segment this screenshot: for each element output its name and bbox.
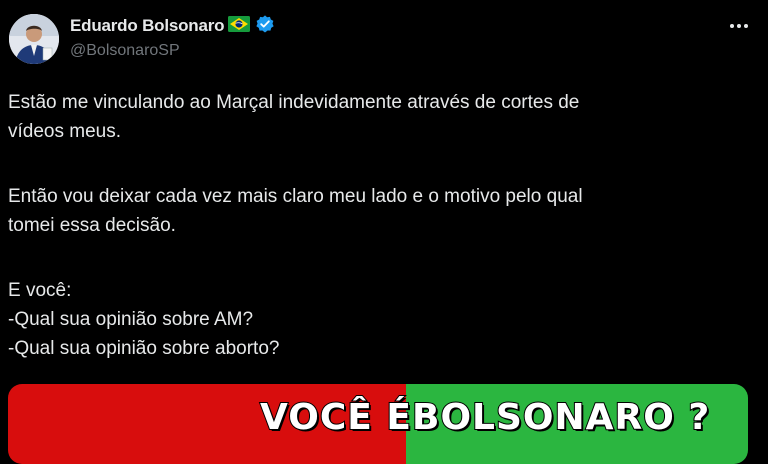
more-options-icon[interactable] [727,14,751,38]
tweet-line: Estão me vinculando ao Marçal indevidame… [8,92,580,113]
avatar[interactable] [9,14,59,64]
tweet-line: tomei essa decisão. [8,215,176,236]
tweet-line: E você: [8,280,72,301]
name-row: Eduardo Bolsonaro [70,14,275,38]
media-headline: VOCÊ É BOLSONARO ? [8,396,748,464]
avatar-image [9,14,59,64]
display-name[interactable]: Eduardo Bolsonaro [70,16,225,36]
tweet-line: -Qual sua opinião sobre aborto? [8,338,280,359]
verified-badge-icon [255,14,275,39]
user-handle[interactable]: @BolsonaroSP [70,42,180,60]
tweet-line: Então vou deixar cada vez mais claro meu… [8,186,583,207]
brazil-flag-icon [228,15,251,37]
tweet-line: vídeos meus. [8,121,121,142]
tweet-media-image[interactable]: VOCÊ É BOLSONARO ? [8,384,748,464]
tweet-text: Estão me vinculando ao Marçal indevidame… [8,88,748,363]
tweet-line: -Qual sua opinião sobre AM? [8,309,254,330]
